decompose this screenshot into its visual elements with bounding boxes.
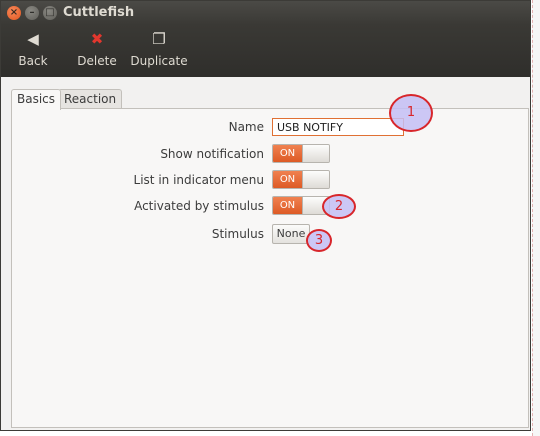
tab-reaction[interactable]: Reaction <box>58 89 123 109</box>
window-close-button[interactable]: × <box>7 6 21 20</box>
delete-button[interactable]: ✖ Delete <box>75 25 119 77</box>
stimulus-button[interactable]: None <box>272 224 310 244</box>
back-button-label: Back <box>18 54 48 68</box>
cuttlefish-window: × – □ Cuttlefish ◀ Back ✖ Delete ❐ Dupli… <box>0 0 531 431</box>
duplicate-icon: ❐ <box>152 30 166 48</box>
name-field[interactable] <box>272 118 404 136</box>
activated-by-stimulus-label: Activated by stimulus <box>134 199 264 213</box>
list-indicator-label: List in indicator menu <box>133 173 264 187</box>
switch-knob <box>302 171 329 188</box>
window-title: Cuttlefish <box>63 5 135 20</box>
switch-on-label: ON <box>273 171 302 188</box>
switch-on-label: ON <box>273 145 302 162</box>
window-minimize-button[interactable]: – <box>25 6 39 20</box>
show-notification-switch[interactable]: ON <box>272 144 330 163</box>
delete-x-icon: ✖ <box>90 30 104 48</box>
window-maximize-button[interactable]: □ <box>43 6 57 20</box>
basics-panel <box>11 108 529 428</box>
annotation-marker-3: 3 <box>306 229 332 252</box>
back-button[interactable]: ◀ Back <box>11 25 55 77</box>
annotation-marker-2: 2 <box>322 194 356 219</box>
switch-knob <box>302 145 329 162</box>
delete-button-label: Delete <box>77 54 117 68</box>
toolbar: ◀ Back ✖ Delete ❐ Duplicate <box>1 25 530 77</box>
back-arrow-icon: ◀ <box>27 30 39 48</box>
annotation-marker-1: 1 <box>389 94 433 132</box>
duplicate-button[interactable]: ❐ Duplicate <box>129 25 189 77</box>
switch-on-label: ON <box>273 197 302 214</box>
duplicate-button-label: Duplicate <box>130 54 188 68</box>
name-label: Name <box>228 120 264 134</box>
tab-basics[interactable]: Basics <box>11 89 62 110</box>
background-page-edge <box>532 0 540 436</box>
show-notification-label: Show notification <box>160 147 264 161</box>
stimulus-label: Stimulus <box>211 227 264 241</box>
title-bar: × – □ Cuttlefish <box>1 1 530 25</box>
list-indicator-switch[interactable]: ON <box>272 170 330 189</box>
